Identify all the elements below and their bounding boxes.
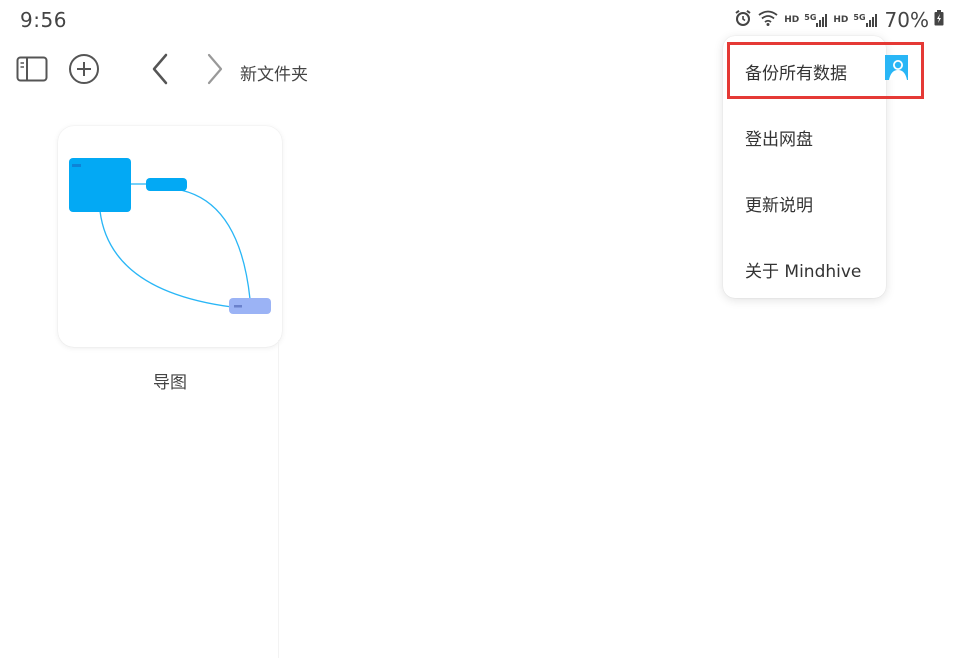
menu-item-about[interactable]: 关于 Mindhive bbox=[745, 257, 861, 282]
plus-circle-icon bbox=[68, 53, 100, 89]
file-name: 导图 bbox=[153, 373, 187, 393]
back-button[interactable] bbox=[144, 53, 178, 89]
add-button[interactable] bbox=[67, 54, 101, 88]
chevron-left-icon bbox=[151, 53, 171, 89]
wifi-icon bbox=[757, 9, 779, 31]
sidebar-icon bbox=[16, 56, 48, 86]
forward-button[interactable] bbox=[197, 53, 231, 89]
chevron-right-icon bbox=[204, 53, 224, 89]
folder-title: 新文件夹 bbox=[240, 65, 308, 85]
battery-percent: 70% bbox=[884, 8, 929, 32]
alarm-icon bbox=[734, 9, 752, 31]
cell-signal-icon: 5G bbox=[804, 13, 828, 27]
hd-badge: HD bbox=[833, 15, 849, 25]
hd-badge: HD bbox=[784, 15, 800, 25]
status-bar: 9:56 HD 5G HD 5G 70% bbox=[0, 0, 958, 40]
menu-item-logout-cloud[interactable]: 登出网盘 bbox=[745, 125, 813, 150]
divider bbox=[278, 340, 279, 658]
cell-signal-icon: 5G bbox=[853, 13, 877, 27]
mindmap-thumbnail bbox=[69, 158, 271, 314]
status-icons: HD 5G HD 5G 70% bbox=[734, 8, 944, 32]
menu-item-release-notes[interactable]: 更新说明 bbox=[745, 191, 813, 216]
highlight-box bbox=[727, 42, 924, 99]
mindmap-file-card[interactable] bbox=[58, 126, 282, 347]
sidebar-toggle-button[interactable] bbox=[15, 54, 49, 88]
battery-charging-icon bbox=[934, 10, 944, 30]
status-time: 9:56 bbox=[20, 8, 67, 32]
